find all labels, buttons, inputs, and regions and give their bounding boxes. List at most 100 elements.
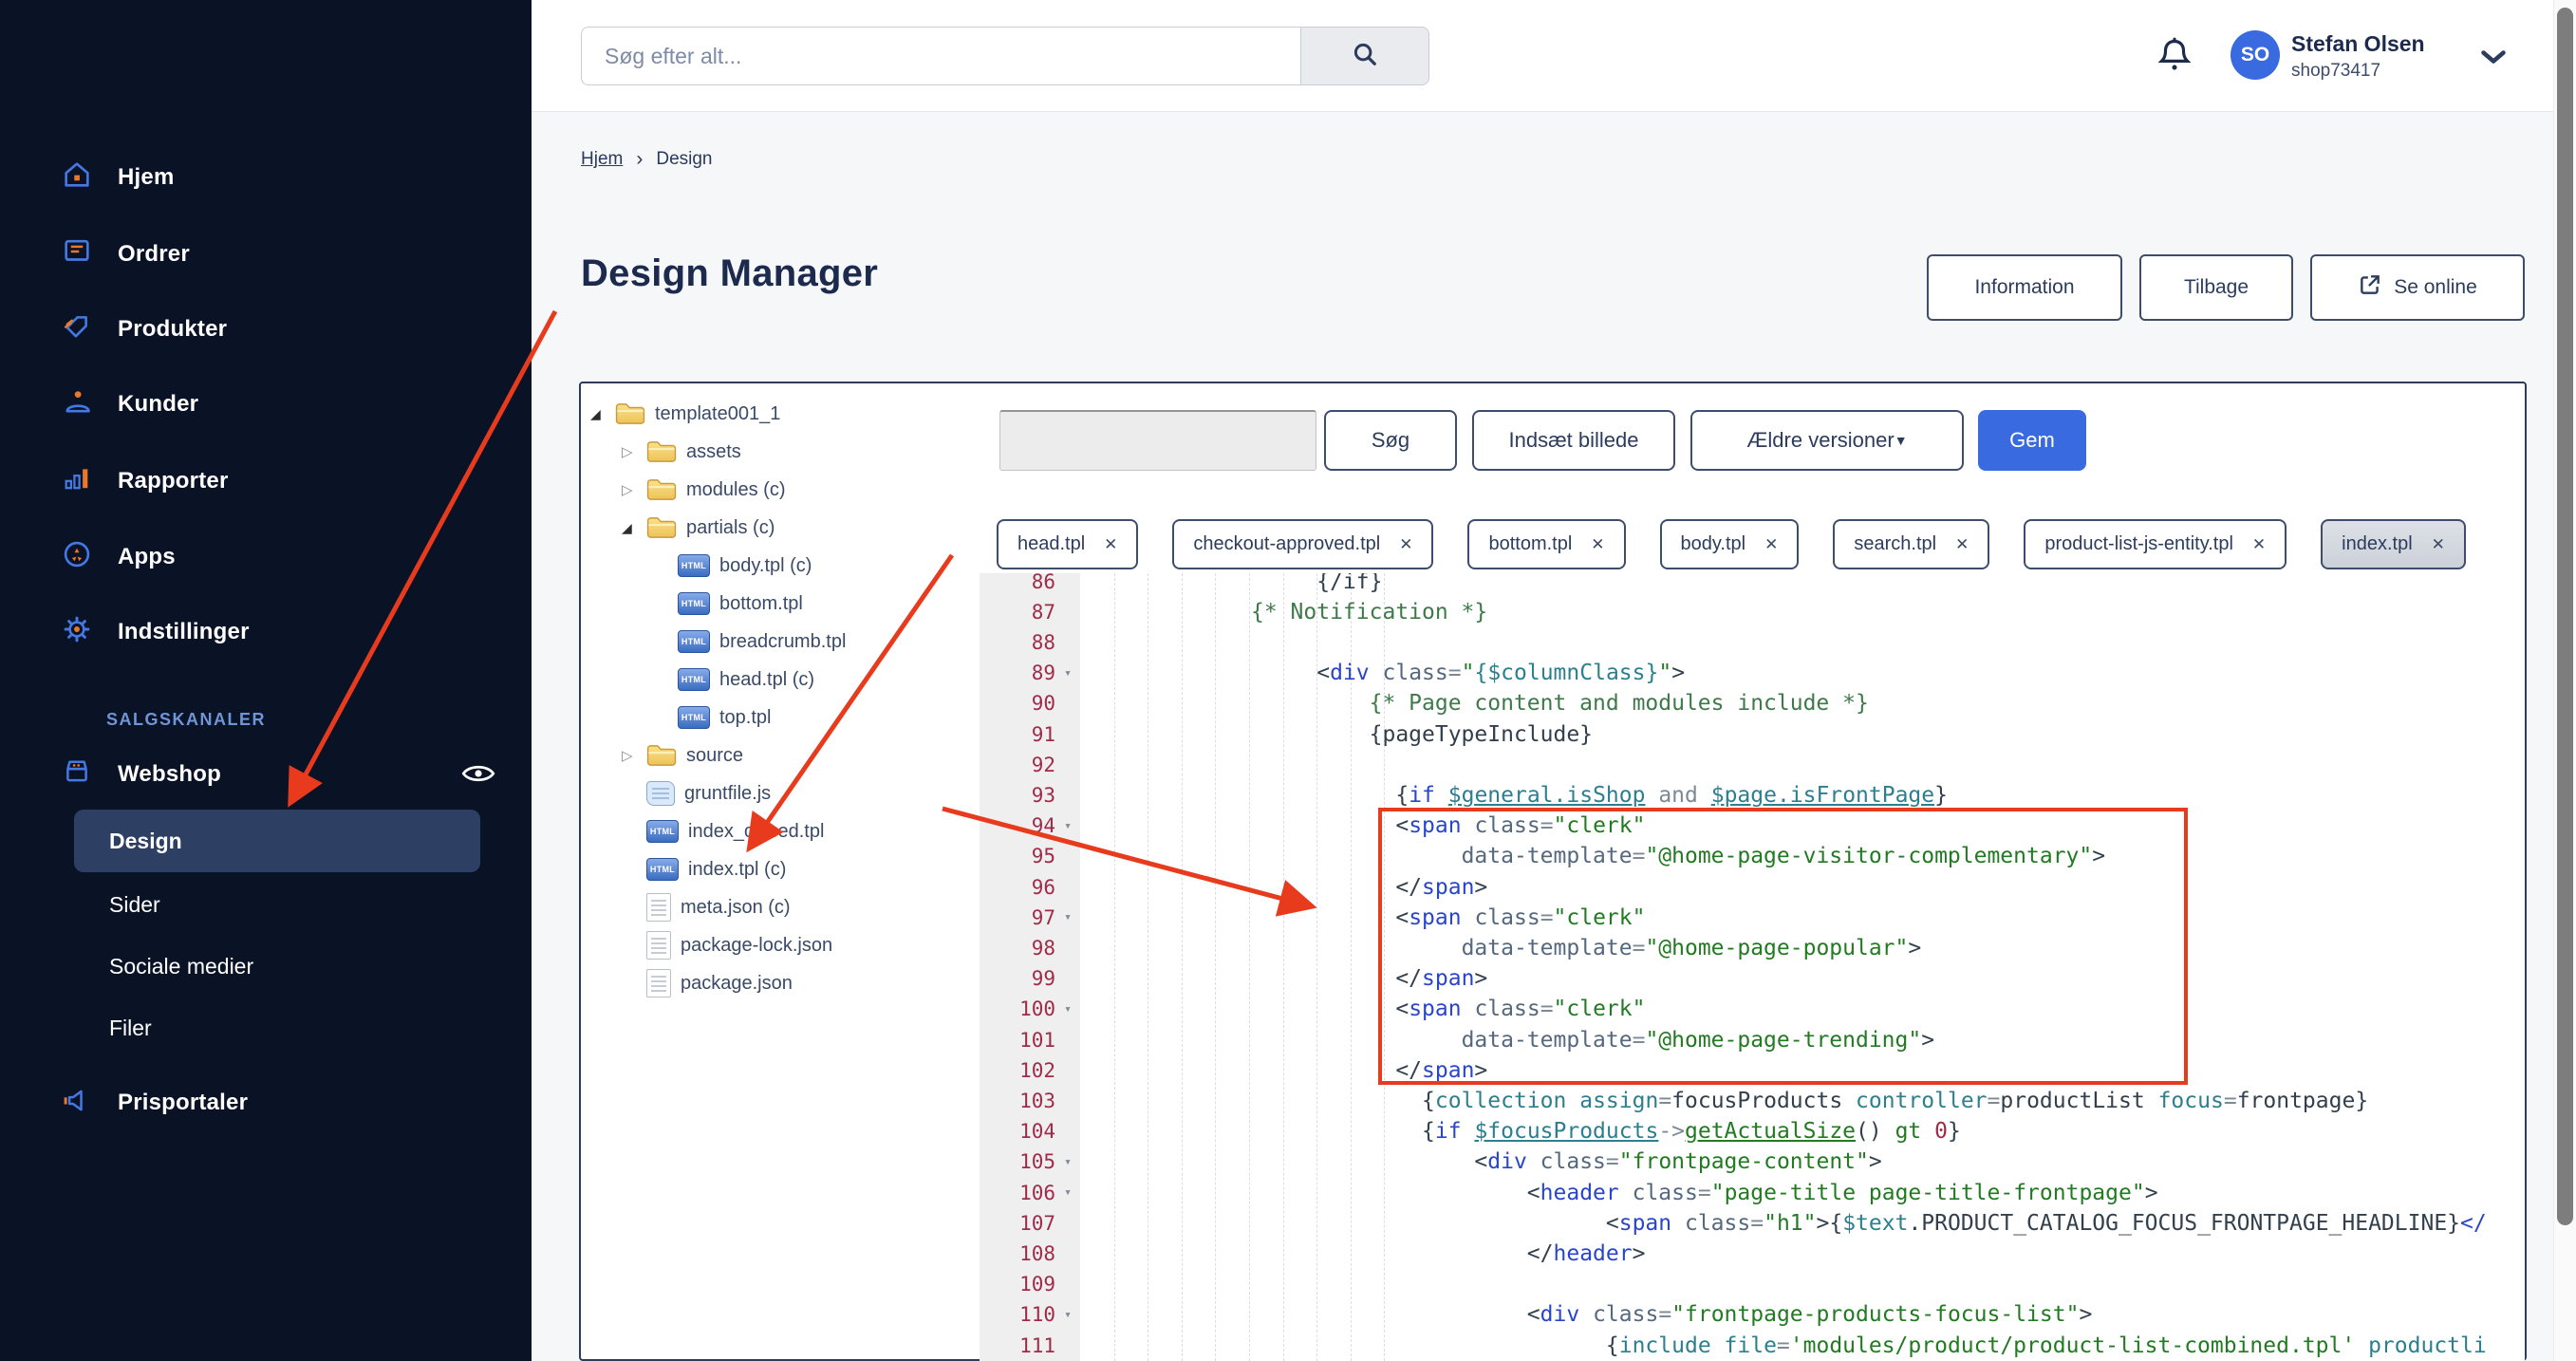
- tab-close-icon[interactable]: ✕: [2432, 535, 2445, 554]
- tree-item-breadcrumb.tpl[interactable]: HTML breadcrumb.tpl: [590, 623, 978, 661]
- line-number[interactable]: 111: [980, 1330, 1080, 1361]
- page-scrollbar-thumb[interactable]: [2557, 8, 2573, 1225]
- sidebar-item-hjem[interactable]: Hjem: [61, 158, 175, 196]
- line-number[interactable]: 109: [980, 1269, 1080, 1300]
- tree-collapsed-icon[interactable]: ▷: [622, 443, 646, 460]
- tab-close-icon[interactable]: ✕: [1591, 535, 1604, 554]
- tree-expanded-icon[interactable]: ◢: [590, 406, 615, 422]
- line-number[interactable]: 104: [980, 1116, 1080, 1147]
- line-number[interactable]: 98: [980, 932, 1080, 963]
- sidebar-item-sider[interactable]: Sider: [109, 892, 160, 918]
- avatar[interactable]: SO: [2231, 30, 2280, 80]
- tilbage-button[interactable]: Tilbage: [2139, 254, 2293, 321]
- tree-item-package-lock.json[interactable]: package-lock.json: [590, 926, 978, 964]
- sidebar-item-webshop[interactable]: Webshop: [61, 755, 221, 792]
- insert-image-button[interactable]: Indsæt billede: [1472, 410, 1675, 471]
- tab-close-icon[interactable]: ✕: [1399, 535, 1412, 554]
- line-number[interactable]: 88: [980, 626, 1080, 658]
- tab-index.tpl[interactable]: index.tpl ✕: [2321, 519, 2466, 569]
- code-editor[interactable]: {/if}{* Notification *}<div class="{$col…: [1080, 573, 2525, 1361]
- chevron-down-icon[interactable]: [2479, 46, 2508, 73]
- code-line: </header>: [1080, 1238, 1645, 1269]
- tree-item-assets[interactable]: ▷ assets: [590, 433, 978, 471]
- line-number[interactable]: 91: [980, 718, 1080, 750]
- line-number[interactable]: 106▾: [980, 1177, 1080, 1208]
- breadcrumb-home-link[interactable]: Hjem: [581, 149, 623, 170]
- tree-item-body.tpl-c-[interactable]: HTML body.tpl (c): [590, 547, 978, 585]
- tree-item-source[interactable]: ▷ source: [590, 736, 978, 774]
- line-number[interactable]: 93: [980, 779, 1080, 811]
- line-number[interactable]: 99: [980, 963, 1080, 995]
- line-number[interactable]: 90: [980, 688, 1080, 719]
- tab-bottom.tpl[interactable]: bottom.tpl ✕: [1467, 519, 1625, 569]
- eye-icon[interactable]: [461, 759, 495, 792]
- tree-item-package.json[interactable]: package.json: [590, 964, 978, 1002]
- line-number[interactable]: 94▾: [980, 811, 1080, 842]
- tree-item-gruntfile.js[interactable]: gruntfile.js: [590, 774, 978, 812]
- tab-product-list-js-entity.tpl[interactable]: product-list-js-entity.tpl ✕: [2024, 519, 2287, 569]
- tab-close-icon[interactable]: ✕: [1955, 535, 1969, 554]
- line-number[interactable]: 102: [980, 1054, 1080, 1086]
- tab-close-icon[interactable]: ✕: [1104, 535, 1117, 554]
- tree-item-template001-1[interactable]: ◢ template001_1: [590, 395, 978, 433]
- fold-caret-icon[interactable]: ▾: [1055, 1308, 1080, 1322]
- line-number[interactable]: 87: [980, 596, 1080, 627]
- tab-head.tpl[interactable]: head.tpl ✕: [997, 519, 1138, 569]
- line-number[interactable]: 86: [980, 573, 1080, 597]
- fold-caret-icon[interactable]: ▾: [1055, 666, 1080, 680]
- information-button[interactable]: Information: [1927, 254, 2122, 321]
- fold-caret-icon[interactable]: ▾: [1055, 819, 1080, 833]
- global-search-button[interactable]: [1300, 27, 1429, 85]
- global-search-input[interactable]: Søg efter alt...: [581, 27, 1300, 85]
- tree-collapsed-icon[interactable]: ▷: [622, 747, 646, 764]
- code-token: 'modules/product/product-list-combined.t…: [1790, 1333, 2355, 1358]
- line-number[interactable]: 97▾: [980, 902, 1080, 933]
- se-online-button[interactable]: Se online: [2310, 254, 2525, 321]
- tree-collapsed-icon[interactable]: ▷: [622, 481, 646, 498]
- notifications-bell-icon[interactable]: [2156, 36, 2193, 81]
- line-number[interactable]: 105▾: [980, 1147, 1080, 1178]
- line-number[interactable]: 103: [980, 1085, 1080, 1116]
- tab-close-icon[interactable]: ✕: [2252, 535, 2266, 554]
- tree-item-top.tpl[interactable]: HTML top.tpl: [590, 699, 978, 736]
- sidebar-item-prisportaler[interactable]: Prisportaler: [61, 1084, 248, 1121]
- fold-caret-icon[interactable]: ▾: [1055, 1002, 1080, 1016]
- save-button[interactable]: Gem: [1978, 410, 2086, 471]
- line-number[interactable]: 110▾: [980, 1299, 1080, 1331]
- tree-item-modules-c-[interactable]: ▷ modules (c): [590, 471, 978, 509]
- tree-item-bottom.tpl[interactable]: HTML bottom.tpl: [590, 585, 978, 623]
- tree-expanded-icon[interactable]: ◢: [622, 520, 646, 536]
- fold-caret-icon[interactable]: ▾: [1055, 910, 1080, 924]
- sidebar-item-produkter[interactable]: Produkter: [61, 310, 227, 347]
- editor-search-button[interactable]: Søg: [1324, 410, 1457, 471]
- tree-item-head.tpl-c-[interactable]: HTML head.tpl (c): [590, 661, 978, 699]
- sidebar-item-ordrer[interactable]: Ordrer: [61, 235, 190, 272]
- tree-item-index-closed.tpl[interactable]: HTML index_closed.tpl: [590, 812, 978, 850]
- line-number[interactable]: 108: [980, 1238, 1080, 1269]
- sidebar-item-apps[interactable]: Apps: [61, 538, 176, 575]
- older-versions-dropdown[interactable]: Ældre versioner ▼: [1690, 410, 1964, 471]
- line-number[interactable]: 107: [980, 1207, 1080, 1239]
- line-number[interactable]: 92: [980, 749, 1080, 780]
- tab-search.tpl[interactable]: search.tpl ✕: [1833, 519, 1989, 569]
- line-number[interactable]: 101: [980, 1024, 1080, 1055]
- tab-checkout-approved.tpl[interactable]: checkout-approved.tpl ✕: [1172, 519, 1433, 569]
- editor-search-field[interactable]: [999, 410, 1316, 471]
- tab-body.tpl[interactable]: body.tpl ✕: [1660, 519, 1800, 569]
- tree-item-meta.json-c-[interactable]: meta.json (c): [590, 888, 978, 926]
- sidebar-item-design-active[interactable]: Design: [74, 810, 480, 872]
- fold-caret-icon[interactable]: ▾: [1055, 1155, 1080, 1169]
- fold-caret-icon[interactable]: ▾: [1055, 1185, 1080, 1200]
- line-number[interactable]: 95: [980, 841, 1080, 872]
- sidebar-item-kunder[interactable]: Kunder: [61, 385, 198, 422]
- sidebar-item-sociale-medier[interactable]: Sociale medier: [109, 954, 253, 979]
- tab-close-icon[interactable]: ✕: [1764, 535, 1778, 554]
- sidebar-item-rapporter[interactable]: Rapporter: [61, 462, 228, 499]
- line-number[interactable]: 100▾: [980, 994, 1080, 1025]
- sidebar-item-filer[interactable]: Filer: [109, 1016, 152, 1041]
- sidebar-item-indstillinger[interactable]: Indstillinger: [61, 613, 250, 650]
- line-number[interactable]: 89▾: [980, 658, 1080, 689]
- line-number[interactable]: 96: [980, 871, 1080, 903]
- tree-item-partials-c-[interactable]: ◢ partials (c): [590, 509, 978, 547]
- tree-item-index.tpl-c-[interactable]: HTML index.tpl (c): [590, 850, 978, 888]
